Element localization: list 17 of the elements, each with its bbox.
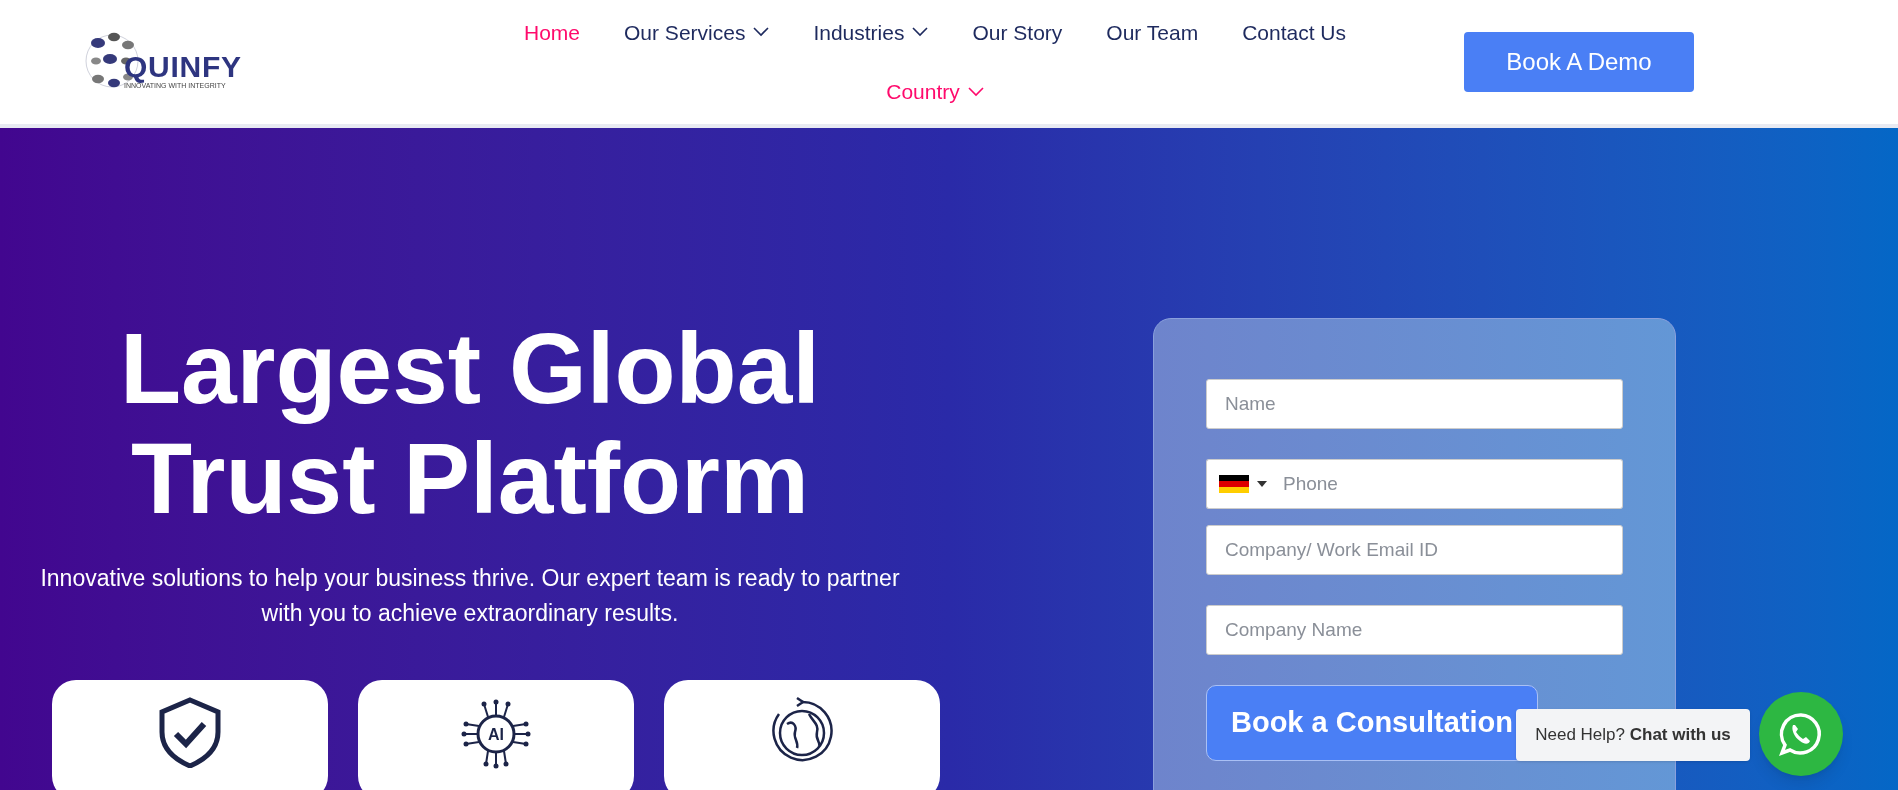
hero-subtitle: Innovative solutions to help your business thrive. Our expert team is ready to partner with you to achieve extraordinary results. <box>39 564 901 628</box>
nav-link[interactable]: Country <box>886 76 984 108</box>
whatsapp-icon <box>1778 711 1824 757</box>
nav-link[interactable]: Our Services <box>624 16 770 48</box>
nav-link[interactable]: Our Story <box>972 16 1063 48</box>
nav-link[interactable]: Our Team <box>1106 16 1199 48</box>
input-field[interactable]: Company Name <box>1206 605 1623 655</box>
chat-prompt[interactable]: Need Help? Chat with us <box>1516 709 1750 761</box>
hero-title: Largest Global Trust Platform <box>119 313 821 533</box>
nav-link[interactable]: Home <box>524 16 581 48</box>
book-demo-button[interactable]: Book A Demo <box>1464 32 1694 92</box>
input-field[interactable]: Name <box>1206 379 1623 429</box>
logo-wordmark: QUINFY <box>124 51 242 82</box>
input-field[interactable]: Company/ Work Email ID <box>1206 525 1623 575</box>
nav-link[interactable]: Contact Us <box>1242 16 1346 48</box>
chat-prompt-text: Need Help? Chat with us <box>1535 724 1731 747</box>
nav-link[interactable]: Industries <box>813 16 929 48</box>
